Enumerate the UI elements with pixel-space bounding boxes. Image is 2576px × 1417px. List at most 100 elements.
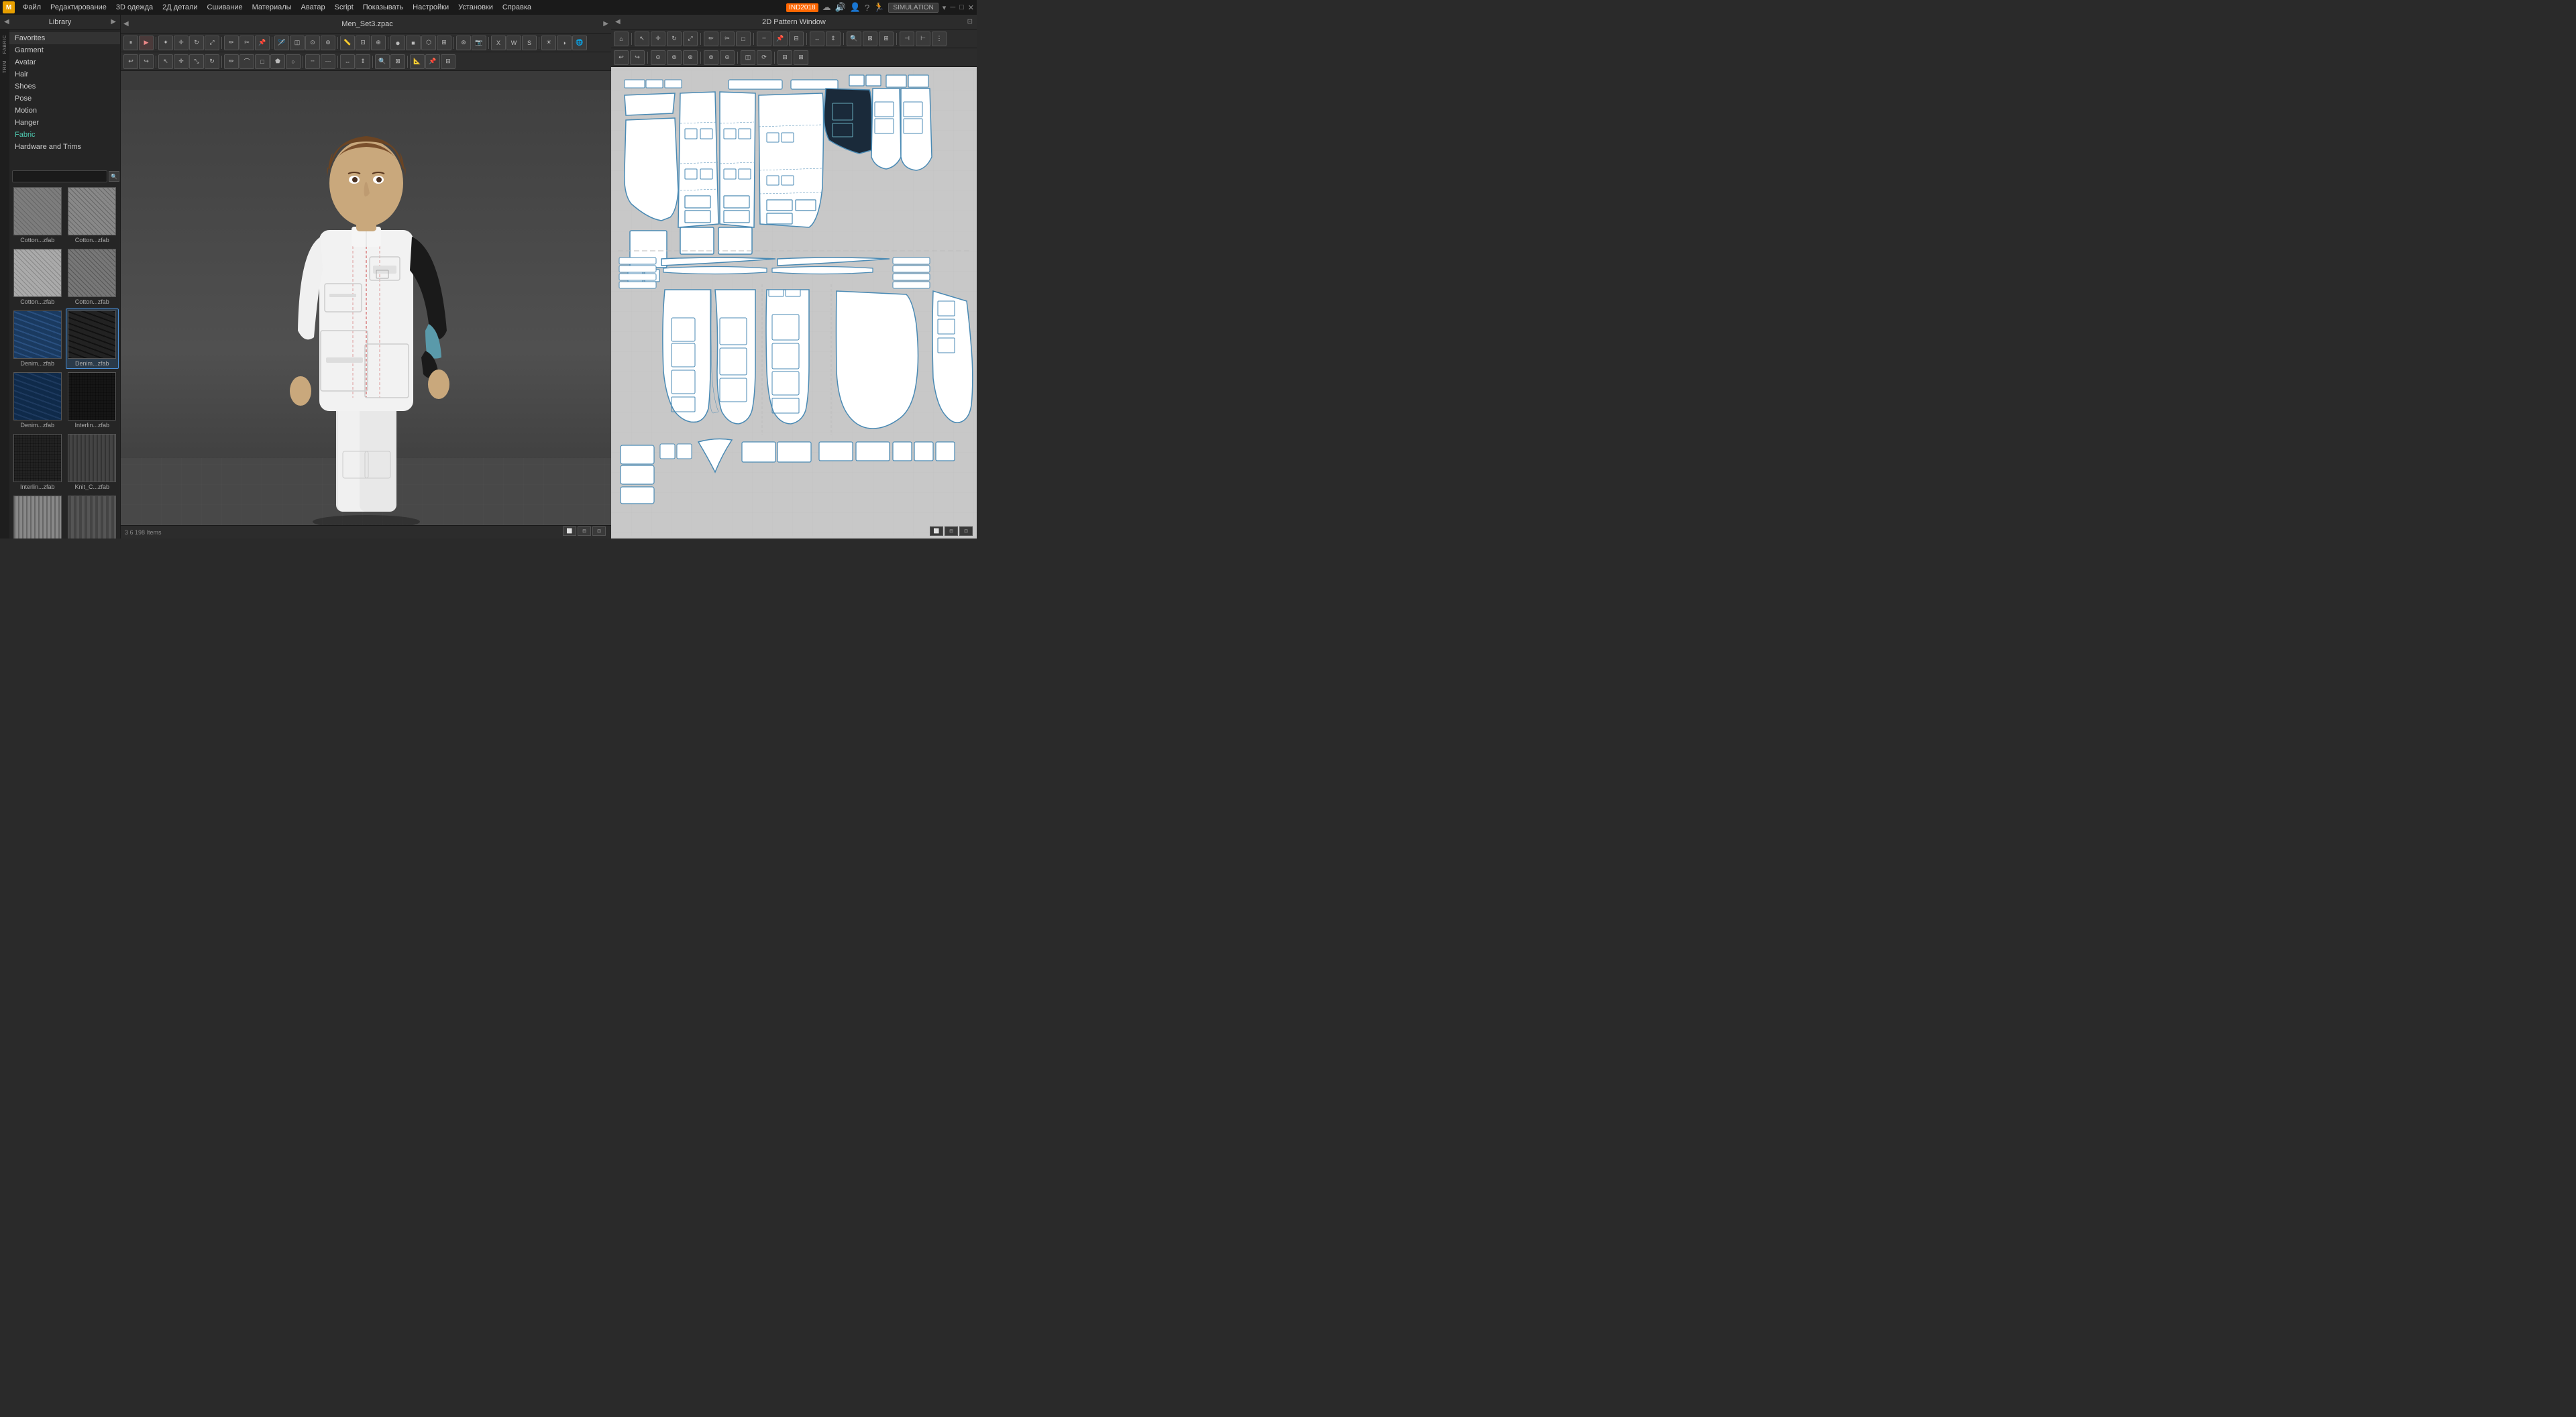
cut-tool[interactable]: ✂	[239, 36, 254, 50]
list-item[interactable]: Denim...zfab	[11, 308, 64, 369]
polygon-tool[interactable]: ⬟	[270, 54, 285, 69]
rot-2d[interactable]: ↻	[205, 54, 219, 69]
transform-tool[interactable]: ⤡	[189, 54, 204, 69]
viewport-ctrl-2[interactable]: ⊟	[578, 526, 591, 536]
close-btn[interactable]: ✕	[968, 3, 974, 12]
bezier-tool[interactable]: ⌒	[239, 54, 254, 69]
arrow-tool[interactable]: ↖	[158, 54, 173, 69]
play-btn[interactable]: ▶	[139, 36, 154, 50]
rt-notch[interactable]: ⊟	[789, 32, 804, 46]
expand-left-icon[interactable]: ◀	[123, 20, 129, 27]
nav-hardware[interactable]: Hardware and Trims	[9, 141, 120, 153]
pen-tool[interactable]: ✏	[224, 36, 239, 50]
window-ctrl-3[interactable]: ⊡	[959, 526, 973, 536]
select-tool[interactable]: ✦	[158, 36, 173, 50]
list-item[interactable]: Interlin...zfab	[11, 432, 64, 492]
env-btn[interactable]: 🌐	[572, 36, 587, 50]
menu-avatar[interactable]: Аватар	[297, 2, 329, 13]
pin-2d[interactable]: 📌	[425, 54, 440, 69]
shadow-btn[interactable]: ◑	[557, 36, 572, 50]
list-item[interactable]: Knit_C...zfab	[66, 432, 119, 492]
rt2-3d-sync[interactable]: ⟳	[757, 50, 771, 65]
rt-grid[interactable]: ⊞	[879, 32, 894, 46]
list-item[interactable]: Cotton...zfab	[11, 185, 64, 245]
undo-btn[interactable]: ↩	[123, 54, 138, 69]
light-btn[interactable]: ☀	[541, 36, 556, 50]
library-arrow-right[interactable]: ▶	[111, 18, 116, 25]
fold-tool[interactable]: ◫	[290, 36, 305, 50]
rt-zoom[interactable]: 🔍	[847, 32, 861, 46]
search-input[interactable]	[12, 170, 107, 182]
nav-hanger[interactable]: Hanger	[9, 117, 120, 129]
rt2-layer[interactable]: ⊟	[777, 50, 792, 65]
rt-flip[interactable]: ⇕	[826, 32, 841, 46]
help-icon[interactable]: ?	[865, 3, 869, 13]
dropdown-arrow[interactable]: ▾	[943, 3, 947, 12]
rt2-grainline[interactable]: ⊙	[651, 50, 665, 65]
menu-help[interactable]: Справка	[498, 2, 535, 13]
simulation-badge[interactable]: SIMULATION	[888, 3, 938, 13]
menu-script[interactable]: Script	[331, 2, 358, 13]
redo-btn[interactable]: ↪	[139, 54, 154, 69]
list-item[interactable]: Cotton...zfab	[11, 247, 64, 307]
measure-tool[interactable]: 📏	[340, 36, 355, 50]
stitch-tool[interactable]: ⋯	[321, 54, 335, 69]
menu-3d[interactable]: 3D одежда	[112, 2, 157, 13]
mirror-v[interactable]: ⇕	[356, 54, 370, 69]
window-ctrl-2[interactable]: ⊟	[945, 526, 958, 536]
rt-rotate[interactable]: ↻	[667, 32, 682, 46]
rt2-redo[interactable]: ↪	[630, 50, 645, 65]
menu-install[interactable]: Установки	[454, 2, 497, 13]
cube-tool[interactable]: ■	[406, 36, 421, 50]
menu-materials[interactable]: Материалы	[248, 2, 296, 13]
move-2d[interactable]: ✛	[174, 54, 189, 69]
expand-left-icon[interactable]: ◀	[615, 18, 621, 25]
rt-pin[interactable]: 📌	[773, 32, 788, 46]
rt-fit[interactable]: ⊠	[863, 32, 877, 46]
mirror-h[interactable]: ⇔	[340, 54, 355, 69]
rotate-tool[interactable]: ↻	[189, 36, 204, 50]
tailor-tool[interactable]: 🪡	[274, 36, 289, 50]
rt2-stress[interactable]: ⊜	[704, 50, 718, 65]
maximize-btn[interactable]: □	[959, 3, 964, 11]
rt-align[interactable]: ⊣	[900, 32, 914, 46]
scale-tool[interactable]: ⤢	[205, 36, 219, 50]
menu-show[interactable]: Показывать	[359, 2, 407, 13]
library-arrow-left[interactable]: ◀	[4, 18, 9, 25]
home-btn[interactable]: ⌂	[614, 32, 629, 46]
list-item[interactable]: Knit_C...zfab	[11, 494, 64, 539]
nav-pose[interactable]: Pose	[9, 93, 120, 105]
cylinder-tool[interactable]: ⬡	[421, 36, 436, 50]
nav-avatar[interactable]: Avatar	[9, 56, 120, 68]
smooth-tool[interactable]: ⊙	[305, 36, 320, 50]
pin-tool[interactable]: 📌	[255, 36, 270, 50]
list-item[interactable]: Denim...zfab	[66, 308, 119, 369]
trim-tool[interactable]: ⊞	[437, 36, 451, 50]
rt-mirror[interactable]: ⇔	[810, 32, 824, 46]
viewport-ctrl-3[interactable]: ⊡	[592, 526, 606, 536]
pause-btn[interactable]: ⏸	[123, 36, 138, 50]
expand-icon[interactable]: ⊡	[967, 18, 973, 25]
rt2-group[interactable]: ⊞	[794, 50, 808, 65]
user-icon[interactable]: 👤	[850, 2, 861, 13]
rect-tool[interactable]: □	[255, 54, 270, 69]
window-ctrl-1[interactable]: ⬜	[930, 526, 943, 536]
search-button[interactable]: 🔍	[109, 171, 119, 182]
wireframe-btn[interactable]: W	[506, 36, 521, 50]
rt-cut[interactable]: ✂	[720, 32, 735, 46]
sphere-tool[interactable]: ●	[390, 36, 405, 50]
rt2-texture[interactable]: ⊚	[667, 50, 682, 65]
viewport-3d[interactable]: 3 6 198 Items ⬜ ⊟ ⊡	[121, 71, 611, 539]
menu-sewing[interactable]: Сшивание	[203, 2, 247, 13]
side-tab-1[interactable]: FABRIC	[2, 32, 8, 56]
menu-settings[interactable]: Настройки	[409, 2, 453, 13]
nav-shoes[interactable]: Shoes	[9, 80, 120, 93]
rt-rect[interactable]: □	[736, 32, 751, 46]
list-item[interactable]: Denim...zfab	[11, 370, 64, 431]
cloud-icon[interactable]: ☁	[822, 2, 831, 13]
rt-sort[interactable]: ⋮	[932, 32, 947, 46]
pattern-canvas[interactable]	[611, 67, 977, 539]
move-tool[interactable]: ✛	[174, 36, 189, 50]
button-tool[interactable]: ⊕	[371, 36, 386, 50]
solid-btn[interactable]: S	[522, 36, 537, 50]
